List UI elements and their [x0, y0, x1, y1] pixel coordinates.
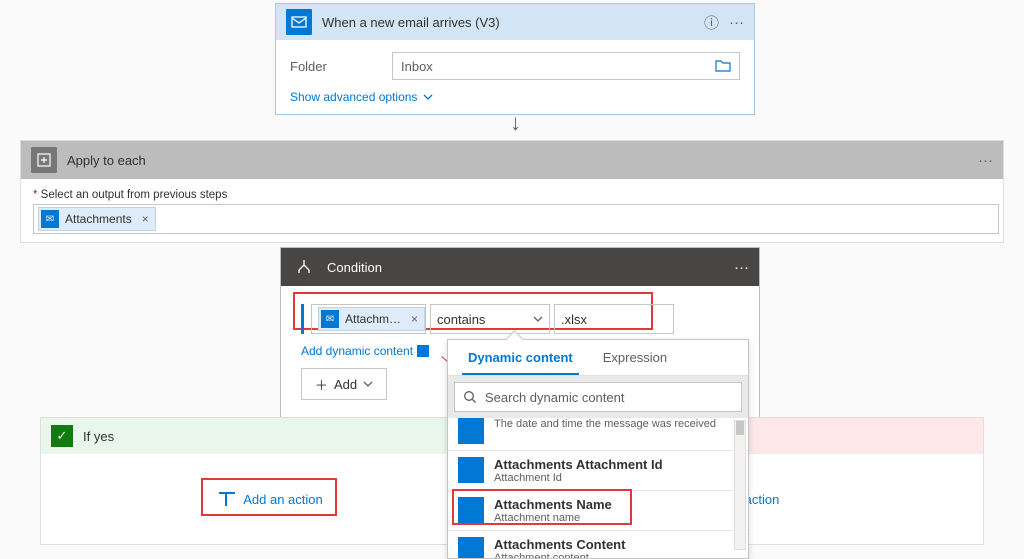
condition-left-input[interactable]: ✉ Attachm… ×: [311, 304, 426, 334]
folder-input[interactable]: Inbox: [392, 52, 740, 80]
more-icon[interactable]: ···: [734, 259, 749, 276]
chevron-down-icon: [423, 92, 433, 102]
plus-icon: ＋: [315, 375, 328, 394]
dynamic-content-icon: [417, 345, 429, 357]
apply-header[interactable]: Apply to each ···: [21, 141, 1003, 179]
outlook-icon: ✉: [41, 210, 59, 228]
attachments-token[interactable]: ✉ Attachments ×: [38, 207, 156, 231]
tab-expression[interactable]: Expression: [597, 340, 673, 375]
chevron-down-icon: [533, 314, 543, 324]
add-row-button[interactable]: ＋ Add: [301, 368, 387, 400]
group-bar: [301, 304, 307, 334]
outlook-icon: [458, 418, 484, 444]
loop-icon: [31, 147, 57, 173]
attachment-name-token[interactable]: ✉ Attachm… ×: [318, 307, 425, 331]
more-icon[interactable]: ···: [729, 14, 744, 31]
trigger-title: When a new email arrives (V3): [322, 15, 694, 30]
tab-dynamic-content[interactable]: Dynamic content: [462, 340, 579, 375]
add-dynamic-content-link[interactable]: Add dynamic content: [301, 344, 429, 358]
scroll-thumb[interactable]: [736, 421, 744, 435]
chevron-down-icon: [363, 379, 373, 389]
condition-right-input[interactable]: .xlsx: [554, 304, 674, 334]
dynamic-search-input[interactable]: Search dynamic content: [454, 382, 742, 412]
if-yes-header[interactable]: ✓ If yes: [41, 418, 501, 454]
more-icon[interactable]: ···: [978, 152, 993, 169]
folder-value: Inbox: [401, 59, 433, 74]
flow-arrow-icon: ↓: [510, 110, 521, 136]
search-placeholder: Search dynamic content: [485, 390, 624, 405]
apply-title: Apply to each: [67, 153, 968, 168]
dynamic-content-panel: Dynamic content Expression Search dynami…: [447, 339, 749, 559]
add-action-icon: [219, 492, 235, 506]
folder-picker-icon[interactable]: [715, 59, 731, 73]
condition-icon: [291, 254, 317, 280]
remove-token-icon[interactable]: ×: [138, 212, 149, 226]
apply-to-each-card: Apply to each ··· Select an output from …: [20, 140, 1004, 243]
if-yes-branch: ✓ If yes Add an action: [40, 417, 502, 545]
outlook-icon: [286, 9, 312, 35]
scrollbar[interactable]: [734, 420, 746, 550]
dynamic-item-received-time[interactable]: The date and time the message was receiv…: [448, 418, 748, 451]
remove-token-icon[interactable]: ×: [407, 312, 418, 326]
outlook-icon: ✉: [321, 310, 339, 328]
condition-header[interactable]: Condition ···: [281, 248, 759, 286]
folder-label: Folder: [290, 59, 392, 74]
select-output-label: Select an output from previous steps: [33, 189, 991, 201]
show-advanced-link[interactable]: Show advanced options: [290, 90, 433, 104]
trigger-body: Folder Inbox Show advanced options: [276, 40, 754, 114]
dynamic-item-attachments-content[interactable]: Attachments Content Attachment content: [448, 531, 748, 558]
dynamic-items-list: The date and time the message was receiv…: [448, 418, 748, 558]
outlook-icon: [458, 497, 484, 523]
condition-operator-select[interactable]: contains: [430, 304, 550, 334]
add-action-button[interactable]: Add an action: [219, 492, 323, 507]
dynamic-item-attachment-id[interactable]: Attachments Attachment Id Attachment Id: [448, 451, 748, 491]
outlook-icon: [458, 457, 484, 483]
trigger-header[interactable]: When a new email arrives (V3) ⓘ ···: [276, 4, 754, 40]
search-icon: [463, 390, 477, 404]
check-icon: ✓: [51, 425, 73, 447]
dynamic-item-attachments-name[interactable]: Attachments Name Attachment name: [448, 491, 748, 531]
select-output-input[interactable]: ✉ Attachments ×: [33, 204, 999, 234]
help-icon[interactable]: ⓘ: [704, 12, 719, 33]
trigger-card: When a new email arrives (V3) ⓘ ··· Fold…: [275, 3, 755, 115]
condition-title: Condition: [327, 260, 724, 275]
